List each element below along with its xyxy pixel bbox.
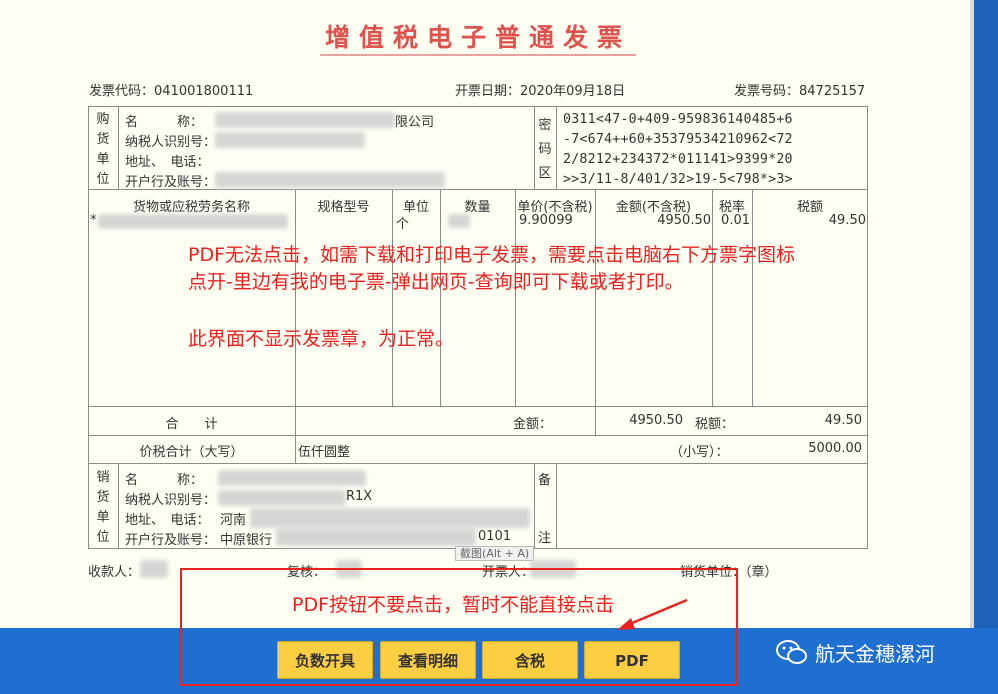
item-unit: 个	[396, 217, 410, 232]
item-rate: 0.01	[721, 213, 750, 228]
redacted-seller-name	[218, 470, 366, 486]
sum-label: 价税合计（大写）	[139, 445, 244, 460]
buyer-name-suffix: 限公司	[395, 115, 435, 130]
item-prefix: *	[90, 213, 97, 228]
buyer-side-label: 购 货 单 位	[96, 112, 110, 187]
redacted-buyer-taxid	[215, 132, 365, 148]
redacted-seller-bank	[276, 528, 476, 546]
sum-lower: 5000.00	[808, 441, 862, 456]
invoice-number: 发票号码：84725157	[734, 84, 866, 99]
seller-bank-head: 中原银行	[220, 533, 273, 548]
item-price: 9.90099	[519, 213, 573, 228]
seller-taxid-tail: R1X	[346, 489, 373, 504]
sum-upper: 伍仟圆整	[298, 445, 351, 460]
seller-address-head: 河南	[220, 513, 247, 528]
redacted-payee	[140, 560, 168, 578]
screenshot-tooltip: 截图(Alt + A)	[455, 546, 535, 561]
remark-label-1: 备	[538, 473, 552, 488]
total-tax: 49.50	[824, 413, 862, 428]
total-amount: 4950.50	[629, 413, 683, 428]
pdf-button[interactable]: PDF	[584, 641, 680, 679]
seller-taxid-label: 纳税人识别号：	[125, 493, 217, 508]
wechat-icon	[776, 640, 807, 664]
watermark: 航天金穗漯河	[775, 637, 935, 667]
invoice-title: 增值税电子普通发票	[324, 23, 631, 52]
cipher-label: 密 码 区	[538, 118, 552, 181]
seller-bank-tail: 0101	[478, 529, 512, 544]
arrow-icon	[617, 598, 688, 630]
redacted-item-qty	[448, 214, 470, 228]
seller-address-label: 地址、 电话：	[125, 513, 210, 528]
buyer-taxid-label: 纳税人识别号：	[125, 135, 217, 150]
seller-name-label: 名 称：	[125, 473, 204, 488]
redacted-seller-address	[250, 508, 530, 528]
buyer-bank-label: 开户行及账号：	[125, 175, 217, 190]
buyer-address-label: 地址、 电话：	[125, 155, 210, 170]
total-amount-label: 金额：	[513, 417, 553, 432]
total-label: 合 计	[165, 417, 218, 432]
cipher-area: 0311<47-0+409-959836140485+6 -7<674++60+…	[563, 112, 793, 187]
redacted-item-name	[98, 214, 288, 229]
redacted-buyer-bank	[215, 172, 445, 188]
col-qty: 数量	[464, 200, 491, 215]
window-right-edge	[970, 0, 998, 628]
sum-lower-label: （小写）：	[670, 445, 729, 460]
seller-bank-label: 开户行及账号：	[125, 533, 217, 548]
remark-label-2: 注	[538, 531, 552, 546]
invoice-date: 开票日期：2020年09月18日	[455, 84, 626, 99]
redacted-buyer-name	[215, 112, 395, 128]
negative-invoice-button[interactable]: 负数开具	[277, 641, 373, 679]
item-amount: 4950.50	[657, 213, 711, 228]
redacted-seller-taxid	[218, 490, 346, 506]
col-spec: 规格型号	[317, 200, 370, 215]
payee-label: 收款人：	[88, 565, 141, 580]
note-line-3: 此界面不显示发票章，为正常。	[188, 328, 455, 350]
watermark-text: 航天金穗漯河	[815, 641, 935, 666]
invoice-code: 发票代码：041001800111	[89, 84, 254, 99]
item-tax: 49.50	[828, 213, 866, 228]
buyer-name-label: 名 称：	[125, 115, 204, 130]
view-detail-button[interactable]: 查看明细	[380, 641, 476, 679]
seller-side-label: 销 货 单 位	[96, 470, 110, 545]
note-line-1: PDF无法点击，如需下载和打印电子发票，需要点击电脑右下方票字图标	[188, 244, 796, 266]
col-goods: 货物或应税劳务名称	[132, 200, 250, 215]
total-tax-label: 税额：	[695, 417, 735, 432]
tax-included-button[interactable]: 含税	[482, 641, 578, 679]
title-underline	[320, 54, 636, 56]
pdf-warning: PDF按钮不要点击，暂时不能直接点击	[292, 594, 615, 616]
note-line-2: 点开-里边有我的电子票-弹出网页-查询即可下载或者打印。	[188, 271, 684, 293]
